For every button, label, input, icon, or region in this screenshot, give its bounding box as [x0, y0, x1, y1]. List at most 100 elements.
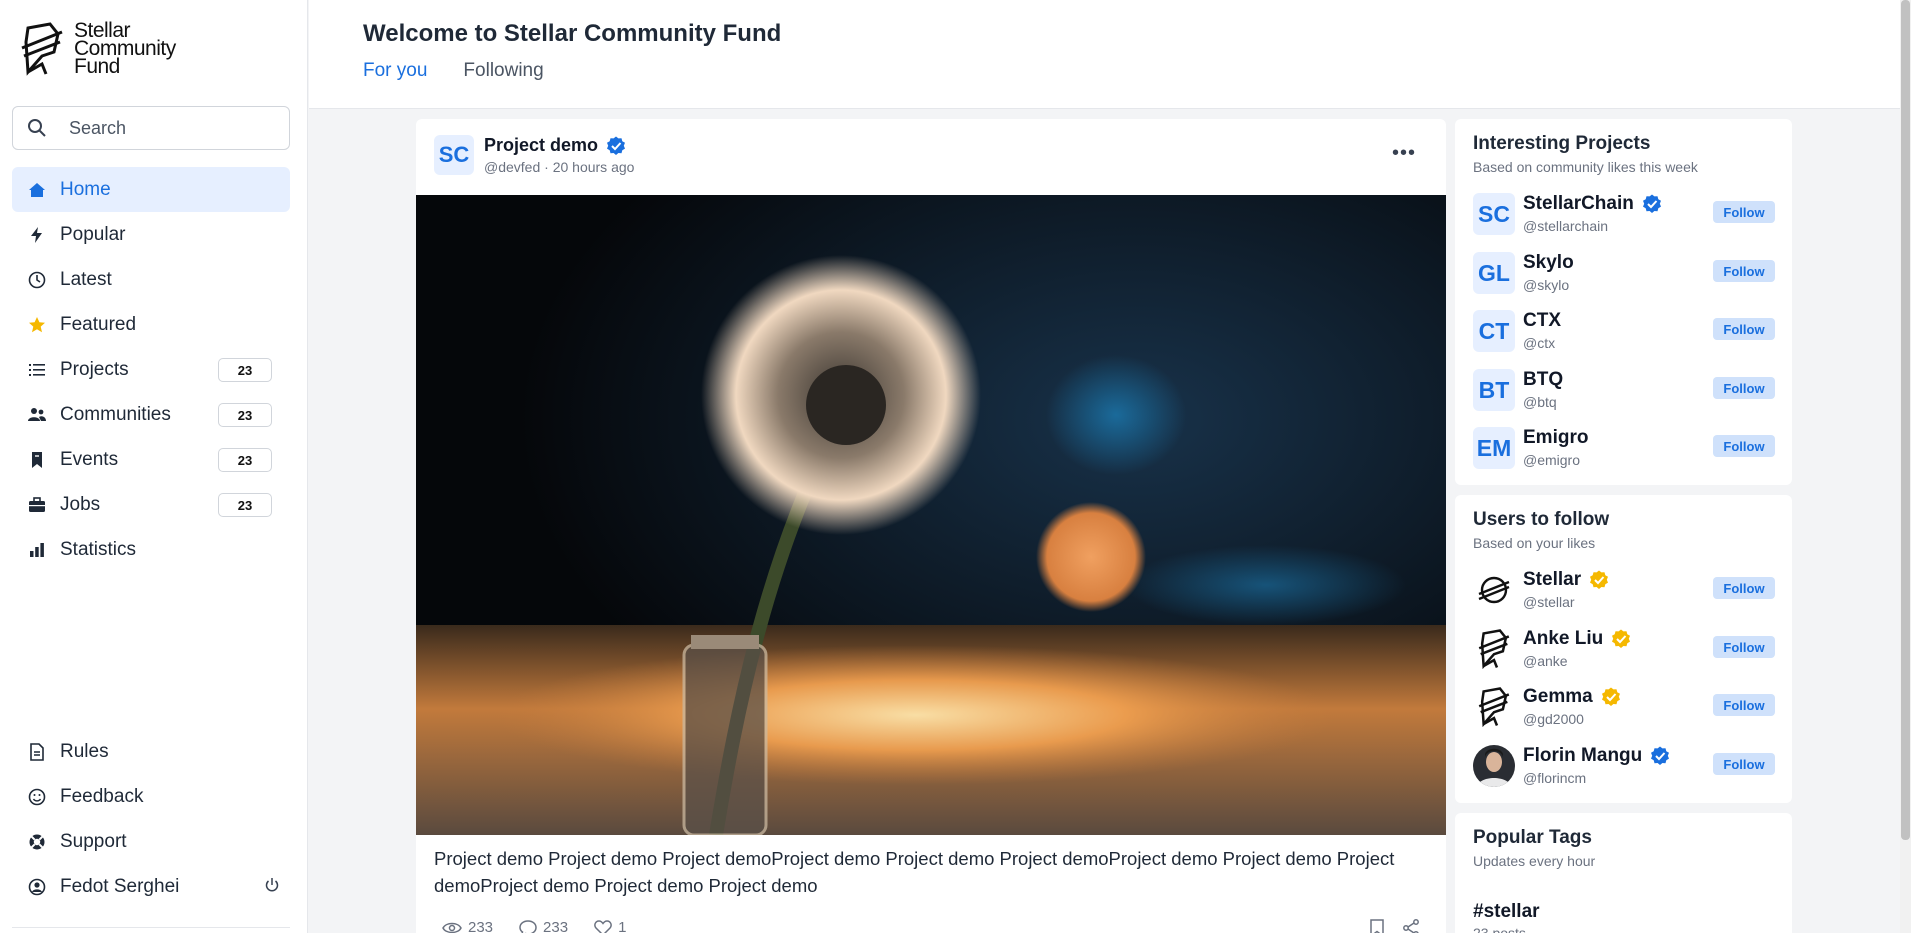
bookmark-icon [28, 451, 46, 469]
tab-following[interactable]: Following [463, 60, 543, 82]
users-to-follow-panel: Users to follow Based on your likes Stel… [1455, 495, 1792, 803]
scf-logo-avatar[interactable] [1473, 628, 1515, 670]
likes-count: 1 [618, 919, 627, 933]
nav-item-communities[interactable]: Communities 23 [12, 392, 290, 437]
likes-stat[interactable]: 1 [594, 919, 626, 933]
panel-subtitle: Based on your likes [1473, 535, 1596, 551]
person-photo [1473, 745, 1515, 787]
project-avatar[interactable]: GL [1473, 252, 1515, 294]
nav-item-feedback[interactable]: Feedback [12, 774, 290, 819]
nav-item-support[interactable]: Support [12, 819, 290, 864]
count-badge: 23 [218, 358, 272, 382]
gold-verified-badge-icon [1601, 687, 1620, 706]
project-handle: @btq [1523, 394, 1557, 410]
interesting-projects-panel: Interesting Projects Based on community … [1455, 119, 1792, 485]
user-name[interactable]: Gemma [1523, 686, 1593, 708]
nav-label: Fedot Serghei [60, 875, 180, 897]
nav-item-events[interactable]: Events 23 [12, 437, 290, 482]
post-stats: 233 233 1 [442, 919, 626, 933]
nav-item-projects[interactable]: Projects 23 [12, 347, 290, 392]
project-name[interactable]: StellarChain [1523, 193, 1634, 215]
project-avatar[interactable]: SC [1473, 193, 1515, 235]
panel-title: Users to follow [1473, 509, 1610, 530]
bolt-icon [28, 226, 46, 244]
nav-item-rules[interactable]: Rules [12, 729, 290, 774]
star-icon [28, 316, 46, 334]
eye-icon [442, 922, 462, 933]
nav-item-latest[interactable]: Latest [12, 257, 290, 302]
comments-stat[interactable]: 233 [519, 919, 568, 933]
follow-button[interactable]: Follow [1713, 636, 1775, 658]
follow-button[interactable]: Follow [1713, 577, 1775, 599]
follow-button[interactable]: Follow [1713, 201, 1775, 223]
author-name[interactable]: Project demo [484, 135, 598, 156]
tab-for-you[interactable]: For you [363, 60, 427, 82]
heart-icon [594, 919, 612, 933]
nav-item-jobs[interactable]: Jobs 23 [12, 482, 290, 527]
stellar-logo-icon [1478, 576, 1510, 604]
nav-item-home[interactable]: Home [12, 167, 290, 212]
follow-button[interactable]: Follow [1713, 753, 1775, 775]
power-icon[interactable] [264, 877, 280, 899]
follow-button[interactable]: Follow [1713, 318, 1775, 340]
divider [12, 927, 290, 928]
user-name[interactable]: Anke Liu [1523, 628, 1603, 650]
follow-button[interactable]: Follow [1713, 377, 1775, 399]
project-avatar[interactable]: BT [1473, 369, 1515, 411]
nav-label: Featured [60, 313, 137, 335]
project-avatar[interactable]: EM [1473, 427, 1515, 469]
project-avatar[interactable]: CT [1473, 310, 1515, 352]
nav-label: Jobs [60, 493, 101, 515]
follow-button[interactable]: Follow [1713, 435, 1775, 457]
tag-link[interactable]: #stellar [1473, 901, 1540, 923]
follow-button[interactable]: Follow [1713, 260, 1775, 282]
follow-button[interactable]: Follow [1713, 694, 1775, 716]
user-name[interactable]: Stellar [1523, 569, 1581, 591]
verified-badge-icon [1651, 746, 1670, 765]
nav-label: Feedback [60, 785, 144, 807]
project-name[interactable]: Skylo [1523, 252, 1574, 274]
nav-item-user-profile[interactable]: Fedot Serghei [12, 864, 290, 909]
verified-badge-icon [607, 136, 626, 155]
more-options-icon[interactable]: ••• [1392, 143, 1416, 163]
project-name[interactable]: CTX [1523, 310, 1561, 332]
bookmark-icon[interactable] [1370, 919, 1384, 933]
nav-label: Rules [60, 740, 109, 762]
panel-subtitle: Based on community likes this week [1473, 159, 1698, 175]
views-count: 233 [468, 919, 494, 933]
project-name[interactable]: BTQ [1523, 369, 1563, 391]
page-header: Welcome to Stellar Community Fund For yo… [309, 0, 1900, 109]
user-photo-avatar[interactable] [1473, 745, 1515, 787]
post-header: SC Project demo @devfed · 20 hours ago [434, 135, 634, 175]
search-box[interactable] [12, 106, 290, 150]
main-nav: Home Popular Latest Featured Projects 23… [12, 167, 290, 572]
share-icon[interactable] [1402, 919, 1420, 933]
page-title: Welcome to Stellar Community Fund [363, 20, 782, 47]
popular-tags-panel: Popular Tags Updates every hour #stellar… [1455, 813, 1792, 933]
document-icon [28, 742, 46, 761]
post-actions [1370, 919, 1420, 933]
user-row: Anke Liu @anke Follow [1473, 628, 1775, 672]
post-image[interactable] [416, 195, 1446, 835]
search-input[interactable] [69, 117, 269, 139]
nav-item-popular[interactable]: Popular [12, 212, 290, 257]
brand-logo[interactable]: Stellar Community Fund [20, 20, 176, 77]
chart-icon [28, 541, 46, 559]
nav-item-featured[interactable]: Featured [12, 302, 290, 347]
author-avatar[interactable]: SC [434, 135, 474, 175]
home-icon [28, 181, 46, 199]
project-handle: @skylo [1523, 277, 1570, 293]
feed-tabs: For you Following [363, 60, 544, 82]
page-scrollbar-thumb[interactable] [1901, 0, 1910, 840]
tag-post-count: 23 posts [1473, 925, 1526, 933]
project-name[interactable]: Emigro [1523, 427, 1588, 449]
stellar-logo-avatar[interactable] [1473, 569, 1515, 611]
project-handle: @emigro [1523, 452, 1581, 468]
nav-label: Home [60, 178, 111, 200]
count-badge: 23 [218, 493, 272, 517]
panel-subtitle: Updates every hour [1473, 853, 1596, 869]
nav-item-statistics[interactable]: Statistics [12, 527, 290, 572]
user-name[interactable]: Florin Mangu [1523, 745, 1642, 767]
scf-logo-avatar[interactable] [1473, 686, 1515, 728]
nav-label: Statistics [60, 538, 137, 560]
